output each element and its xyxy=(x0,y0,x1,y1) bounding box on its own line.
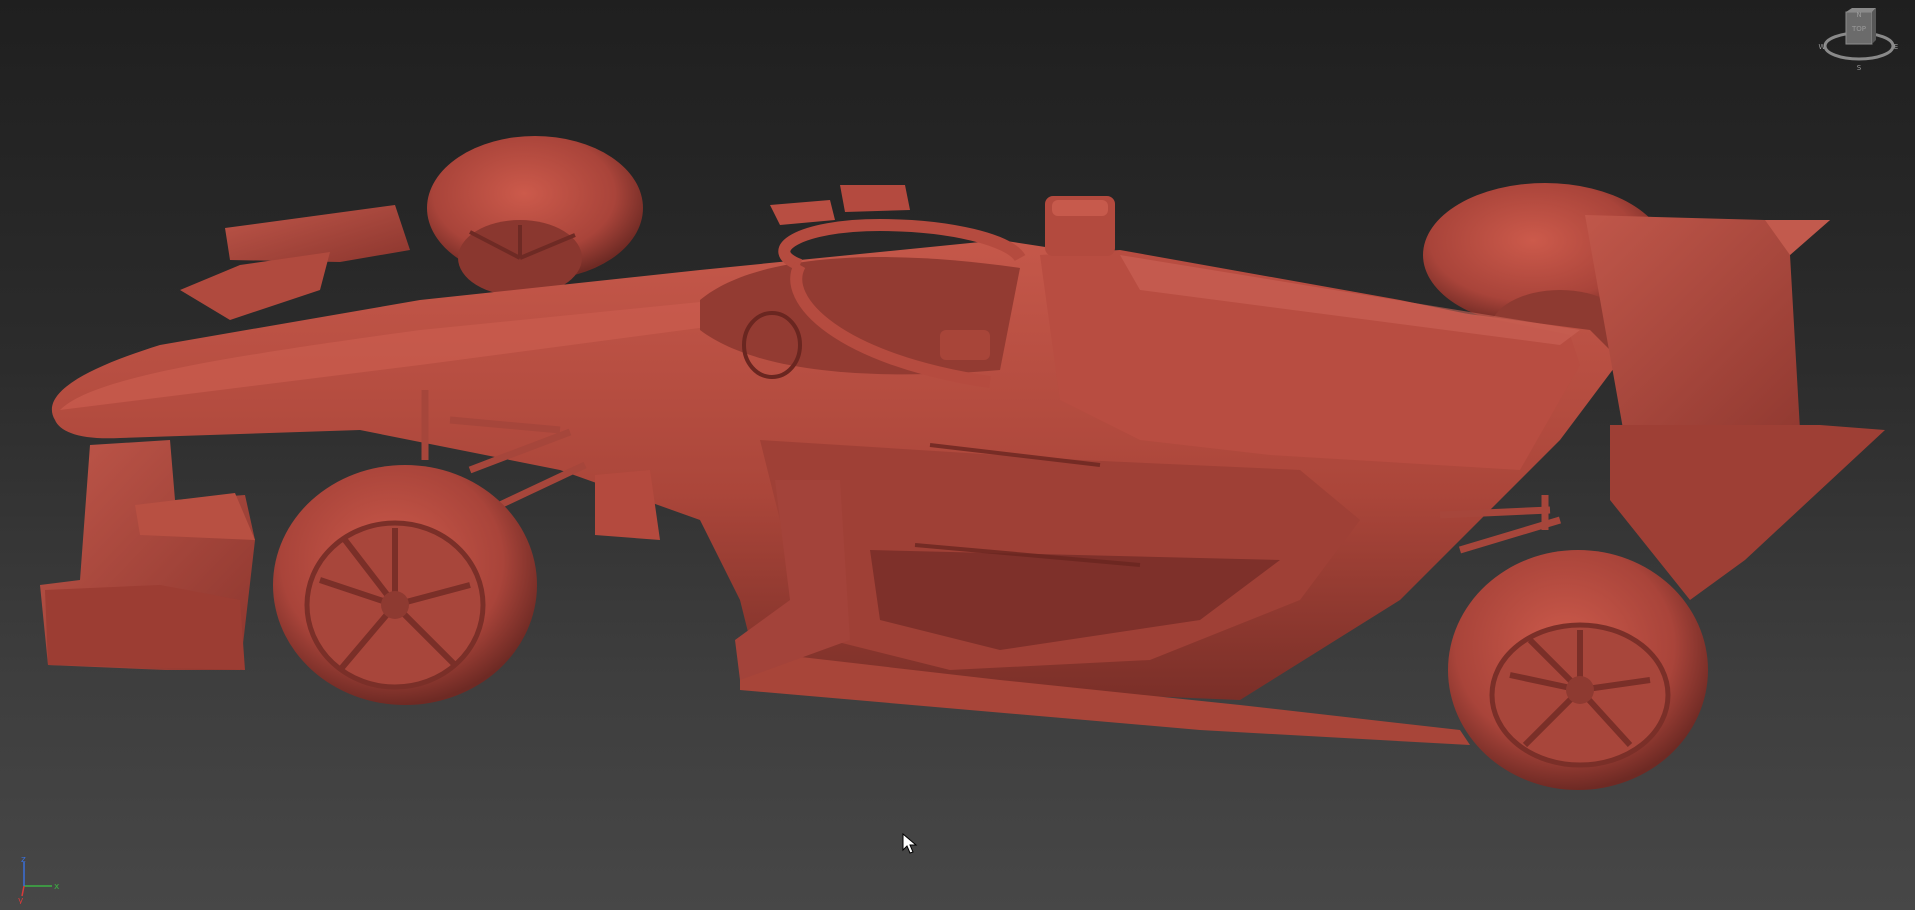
front-left-wheel xyxy=(427,136,643,296)
viewcube[interactable]: TOP N E S W xyxy=(1816,4,1902,74)
rear-wing xyxy=(1585,215,1885,600)
y-axis-label: y xyxy=(18,896,24,904)
front-right-wheel xyxy=(273,465,537,705)
axis-gizmo: x z y xyxy=(18,856,60,904)
x-axis-label: x xyxy=(54,882,60,892)
compass-label-e: E xyxy=(1894,43,1898,51)
compass-label-n: N xyxy=(1856,11,1861,19)
y-axis-line xyxy=(21,885,25,897)
front-wing-far xyxy=(225,205,410,262)
compass-label-s: S xyxy=(1857,64,1862,72)
z-axis-label: z xyxy=(21,856,26,865)
mouse-cursor-icon xyxy=(902,833,918,854)
f1-car-model[interactable] xyxy=(0,0,1915,910)
viewcube-face-label: TOP xyxy=(1851,25,1866,33)
3d-viewport[interactable]: TOP N E S W x z y xyxy=(0,0,1915,910)
compass-label-w: W xyxy=(1819,43,1826,51)
rear-right-wheel xyxy=(1448,550,1708,790)
